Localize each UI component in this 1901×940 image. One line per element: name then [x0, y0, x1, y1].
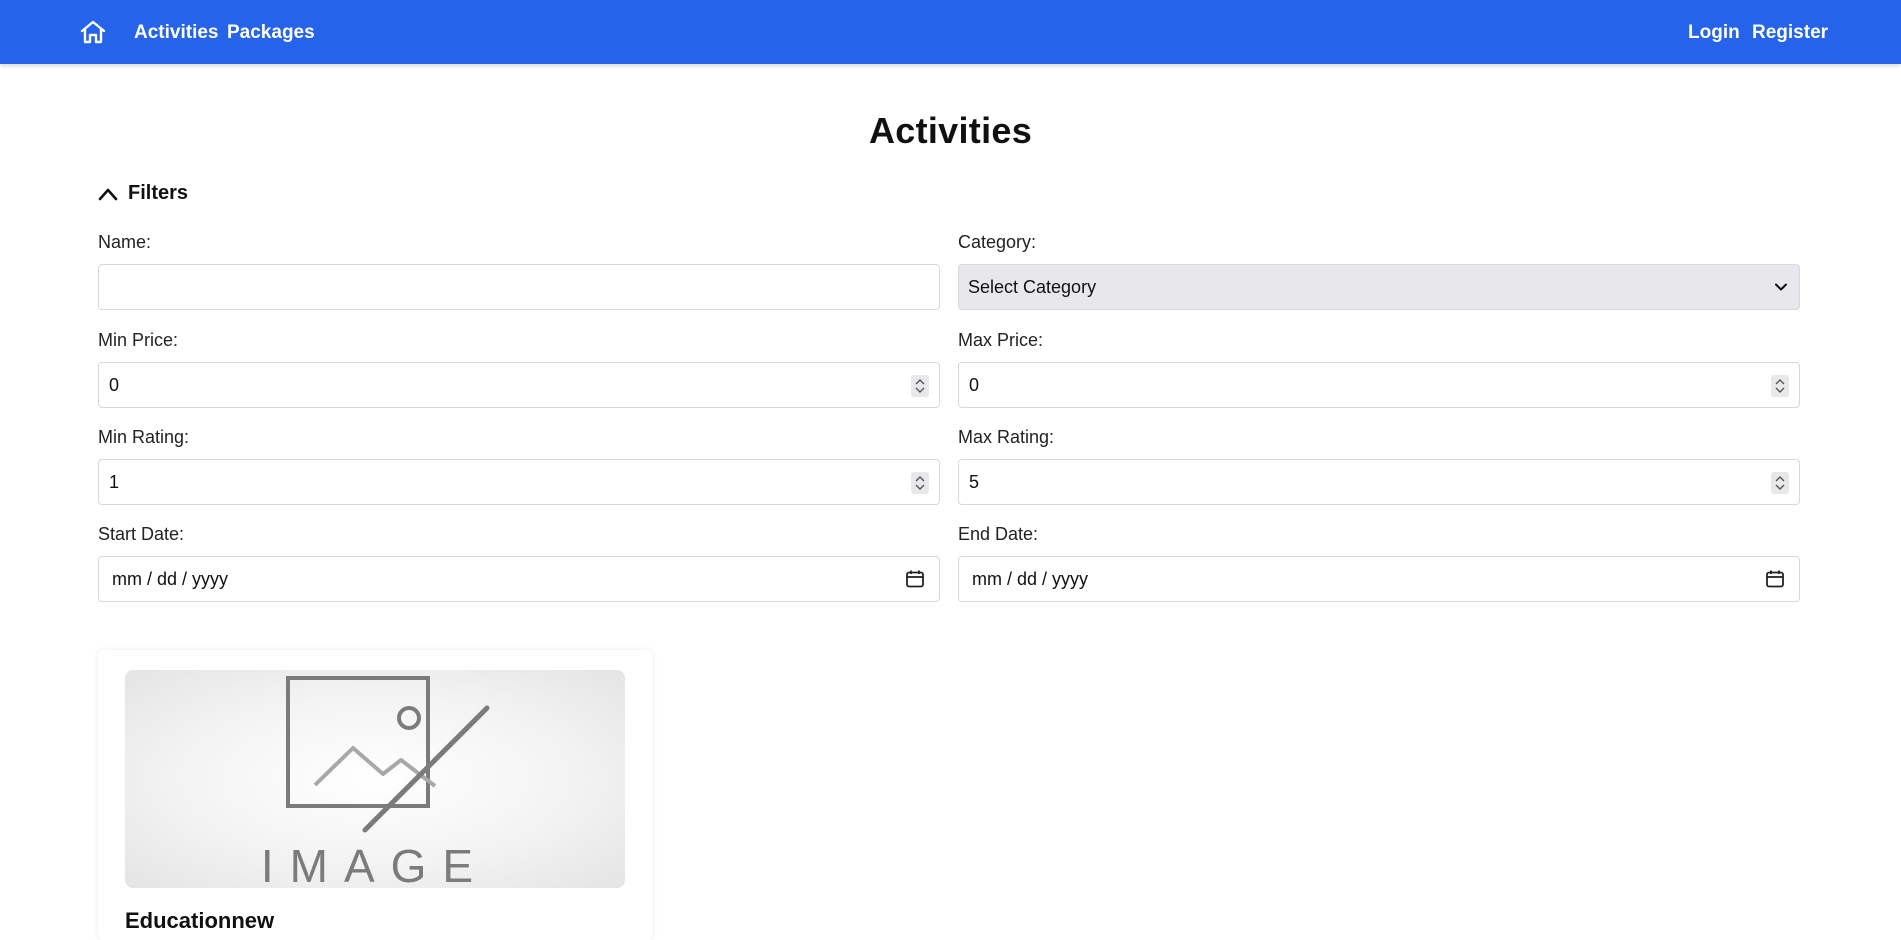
max-rating-label: Max Rating: [958, 427, 1055, 447]
navbar: Activities Packages Login Register [0, 0, 1901, 64]
category-select-value: Select Category [968, 277, 1097, 297]
min-rating-value: 1 [109, 472, 120, 492]
activity-card[interactable]: IMAGE Educationnew [98, 650, 653, 940]
min-price-value: 0 [109, 375, 120, 395]
end-date-placeholder: mm / dd / yyyy [972, 569, 1089, 589]
name-input[interactable] [99, 265, 859, 309]
max-price-spinner[interactable] [1771, 375, 1789, 397]
max-price-value: 0 [969, 375, 980, 395]
max-rating-spinner[interactable] [1771, 472, 1789, 494]
calendar-icon[interactable] [905, 569, 925, 589]
min-rating-field: Min Rating: 1 [98, 425, 940, 505]
chevron-up-icon [98, 188, 118, 200]
min-rating-input[interactable]: 1 [98, 459, 940, 505]
calendar-icon[interactable] [1765, 569, 1785, 589]
start-date-label: Start Date: [98, 524, 185, 544]
min-rating-spinner[interactable] [911, 472, 929, 494]
end-date-label: End Date: [958, 524, 1039, 544]
start-date-placeholder: mm / dd / yyyy [112, 569, 229, 589]
activity-image-placeholder: IMAGE [125, 670, 625, 888]
filters-toggle[interactable]: Filters [98, 182, 188, 205]
image-placeholder-icon: IMAGE [261, 676, 490, 888]
name-input-box [98, 264, 940, 310]
min-price-spinner[interactable] [911, 375, 929, 397]
max-rating-field: Max Rating: 5 [958, 425, 1800, 505]
nav-link-activities[interactable]: Activities [134, 21, 218, 45]
nav-link-packages[interactable]: Packages [227, 21, 315, 45]
activity-card-title[interactable]: Educationnew [125, 908, 274, 934]
end-date-field: End Date: mm / dd / yyyy [958, 522, 1800, 602]
min-price-input[interactable]: 0 [98, 362, 940, 408]
min-price-field: Min Price: 0 [98, 328, 940, 408]
filters-label: Filters [128, 182, 189, 204]
category-select[interactable]: Select Category [958, 264, 1800, 310]
category-field: Category: Select Category [958, 230, 1800, 310]
min-rating-label: Min Rating: [98, 427, 190, 447]
chevron-down-icon [1775, 283, 1787, 291]
max-price-label: Max Price: [958, 330, 1044, 350]
max-price-field: Max Price: 0 [958, 328, 1800, 408]
end-date-input[interactable]: mm / dd / yyyy [958, 556, 1800, 602]
register-link[interactable]: Register [1752, 21, 1828, 45]
start-date-field: Start Date: mm / dd / yyyy [98, 522, 940, 602]
max-rating-value: 5 [969, 472, 980, 492]
name-label: Name: [98, 232, 152, 252]
min-price-label: Min Price: [98, 330, 179, 350]
max-rating-input[interactable]: 5 [958, 459, 1800, 505]
category-label: Category: [958, 232, 1037, 252]
max-price-input[interactable]: 0 [958, 362, 1800, 408]
page-title: Activities [868, 110, 1033, 151]
home-icon[interactable] [80, 20, 106, 44]
name-field: Name: [98, 230, 940, 310]
login-link[interactable]: Login [1688, 21, 1740, 45]
image-placeholder-text: IMAGE [261, 840, 489, 888]
start-date-input[interactable]: mm / dd / yyyy [98, 556, 940, 602]
